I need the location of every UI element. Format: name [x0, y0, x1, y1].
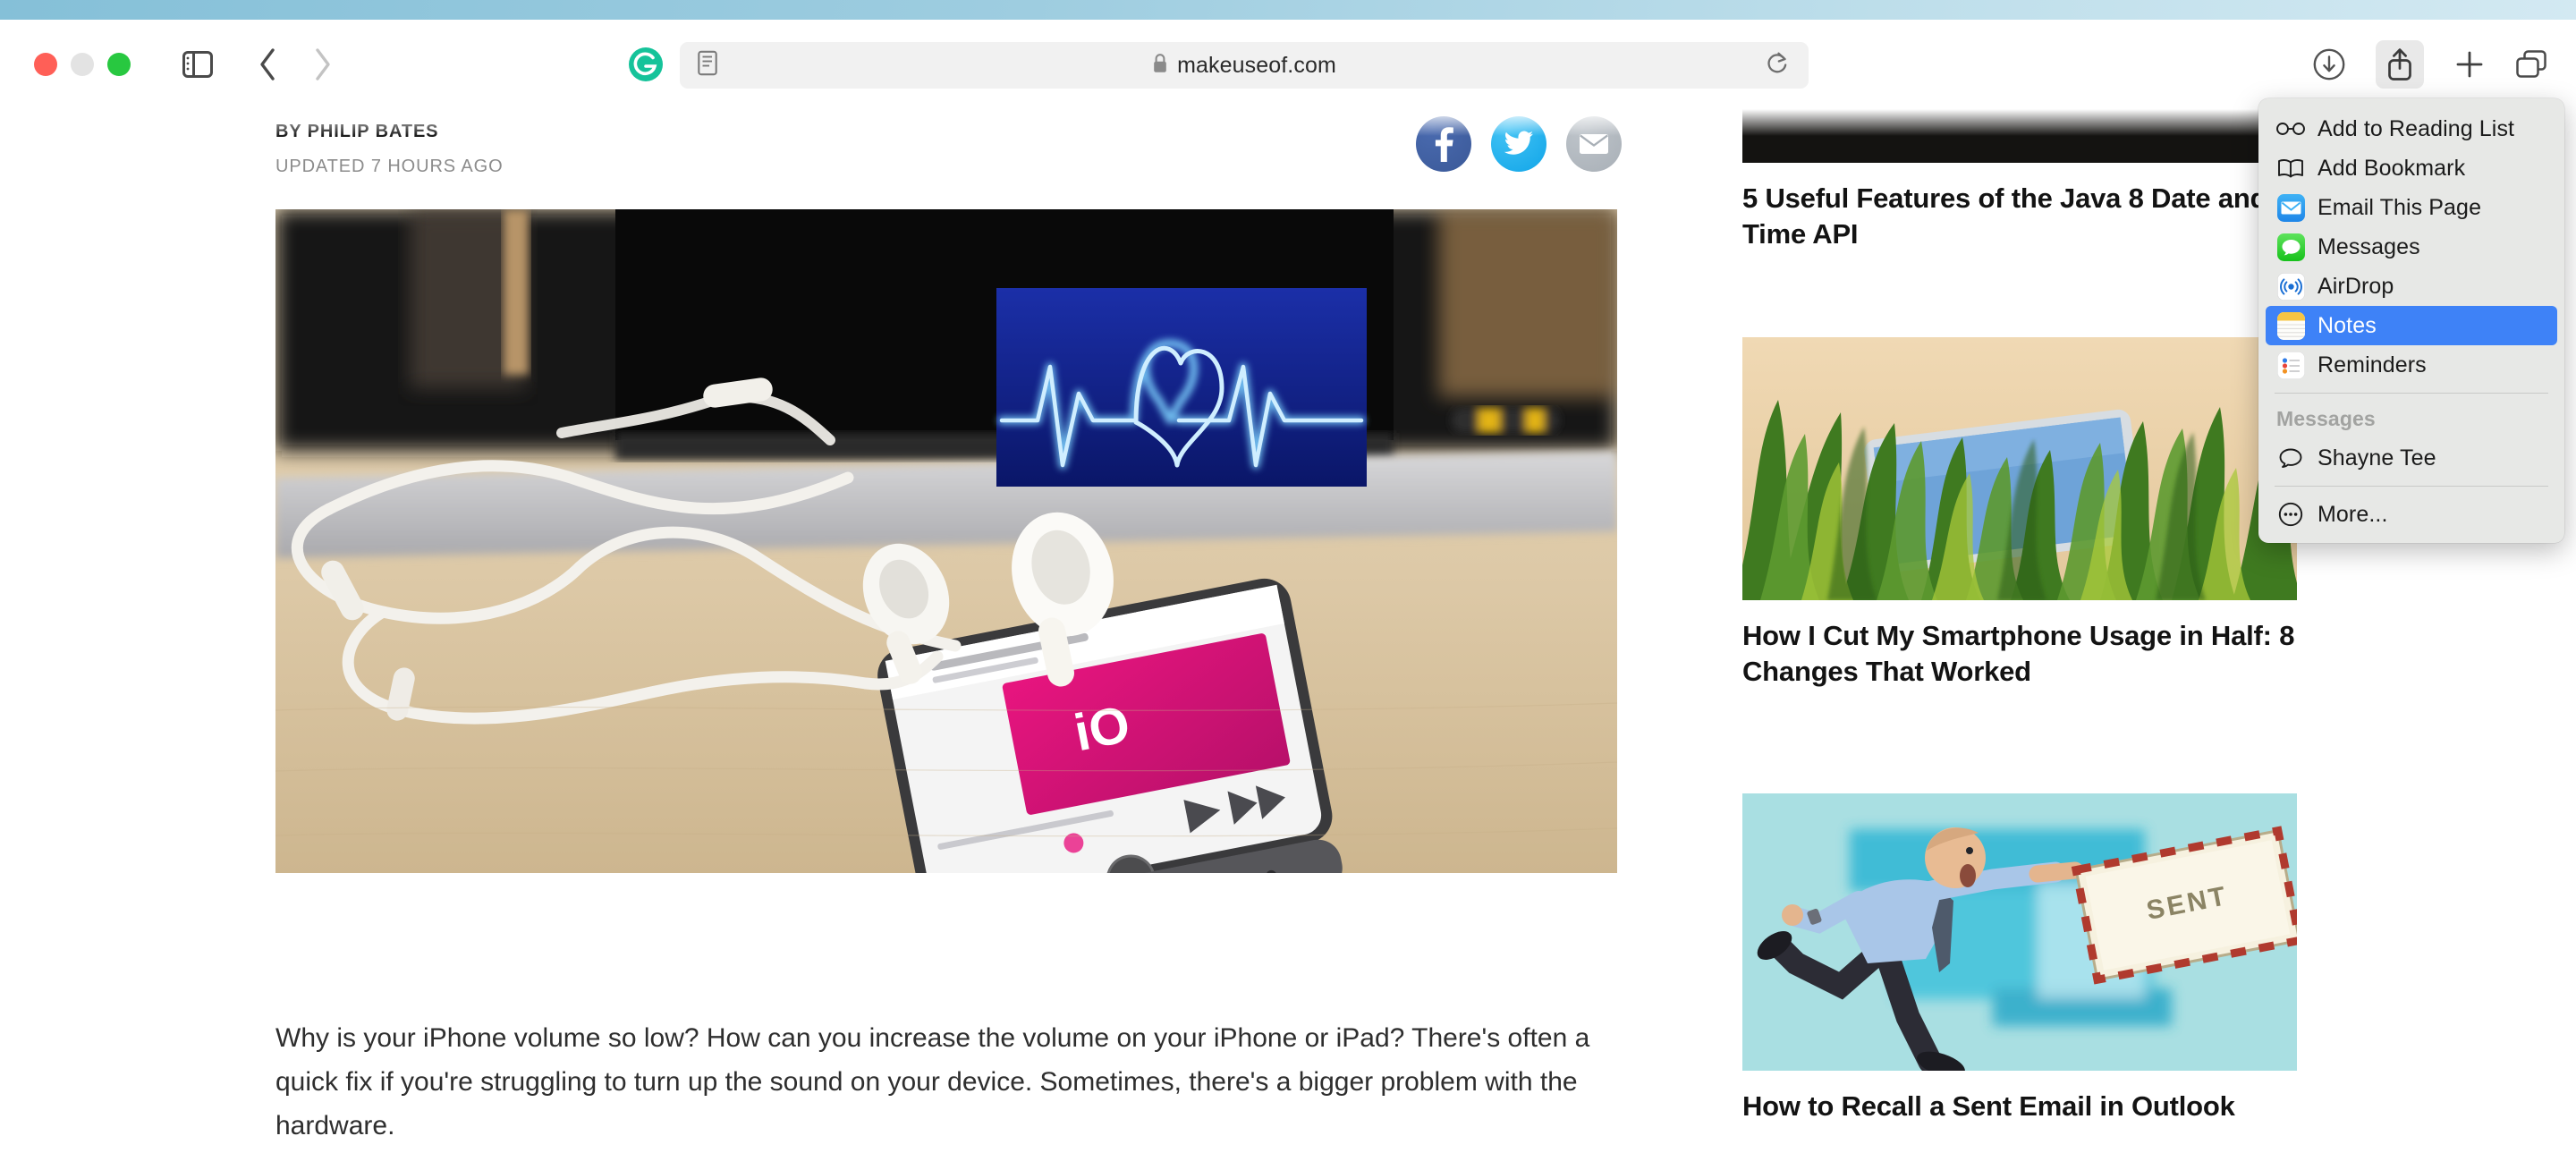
- close-window-button[interactable]: [34, 53, 57, 76]
- back-arrow-icon[interactable]: [258, 47, 277, 81]
- menu-item-label: Add Bookmark: [2318, 155, 2466, 181]
- menu-item-add-to-reading-list[interactable]: Add to Reading List: [2266, 109, 2557, 148]
- menu-item-airdrop[interactable]: AirDrop: [2266, 267, 2557, 306]
- svg-text:iO: iO: [1070, 695, 1135, 762]
- airdrop-app-icon: [2276, 272, 2305, 301]
- mail-app-icon: [2276, 193, 2305, 222]
- menu-item-add-bookmark[interactable]: Add Bookmark: [2266, 148, 2557, 188]
- rail-card[interactable]: How I Cut My Smartphone Usage in Half: 8…: [1742, 337, 2297, 689]
- menu-item-label: Shayne Tee: [2318, 445, 2436, 471]
- desktop-wallpaper-strip: [0, 0, 2576, 20]
- share-email-button[interactable]: [1566, 116, 1622, 172]
- rail-card[interactable]: SENT How to Recall a Sent Email in Outlo…: [1742, 793, 2297, 1124]
- menu-divider: [2275, 486, 2548, 487]
- share-twitter-button[interactable]: [1491, 116, 1546, 172]
- downloads-icon[interactable]: [2313, 48, 2345, 81]
- webpage-content: BY PHILIP BATES UPDATED 7 HOURS AGO iO W…: [0, 109, 2576, 1153]
- messages-app-icon: [2276, 233, 2305, 261]
- menu-item-label: More...: [2318, 501, 2388, 527]
- menu-item-notes[interactable]: Notes: [2266, 306, 2557, 345]
- menu-item-label: Messages: [2318, 233, 2420, 259]
- menu-item-email-this-page[interactable]: Email This Page: [2266, 188, 2557, 227]
- rail-thumbnail: SENT: [1742, 793, 2297, 1071]
- menu-item-more[interactable]: More...: [2266, 495, 2557, 534]
- grammarly-icon[interactable]: [628, 47, 664, 82]
- menu-item-label: Reminders: [2318, 352, 2427, 377]
- rail-thumbnail: [1742, 337, 2297, 600]
- reminders-app-icon: [2276, 351, 2305, 379]
- sidebar-toggle-icon[interactable]: [182, 51, 213, 78]
- menu-item-label: AirDrop: [2318, 273, 2394, 299]
- browser-toolbar: makeuseof.com: [0, 20, 2576, 109]
- article-paragraph-1: Why is your iPhone volume so low? How ca…: [275, 1023, 1590, 1140]
- speech-bubble-icon: [2276, 444, 2305, 472]
- menu-item-contact-shayne-tee[interactable]: Shayne Tee: [2266, 438, 2557, 478]
- menu-divider: [2275, 393, 2548, 394]
- lock-icon: [1152, 53, 1168, 79]
- url-display[interactable]: makeuseof.com: [680, 42, 1809, 89]
- toolbar-right-actions: [2313, 20, 2547, 109]
- notes-app-icon: [2276, 311, 2305, 340]
- ellipsis-circle-icon: [2276, 500, 2305, 529]
- share-menu-popover: Add to Reading List Add Bookmark Email T…: [2258, 98, 2564, 543]
- reload-icon[interactable]: [1766, 51, 1789, 81]
- url-text: makeuseof.com: [1177, 52, 1336, 78]
- menu-item-reminders[interactable]: Reminders: [2266, 345, 2557, 385]
- menu-item-label: Notes: [2318, 312, 2377, 338]
- plus-icon[interactable]: [2454, 49, 2485, 80]
- menu-item-label: Email This Page: [2318, 194, 2482, 220]
- forward-arrow-icon: [313, 47, 333, 81]
- article-column: BY PHILIP BATES UPDATED 7 HOURS AGO iO W…: [275, 109, 1622, 1140]
- share-facebook-button[interactable]: [1416, 116, 1471, 172]
- minimize-window-button[interactable]: [71, 53, 94, 76]
- address-bar[interactable]: makeuseof.com: [680, 42, 1809, 89]
- tab-overview-icon[interactable]: [2515, 49, 2547, 80]
- rail-card-title[interactable]: How to Recall a Sent Email in Outlook: [1742, 1089, 2297, 1124]
- article-paragraph-2: Whether you're listening to a podcast or…: [275, 1149, 1617, 1153]
- rail-card-title[interactable]: 5 Useful Features of the Java 8 Date and…: [1742, 181, 2297, 251]
- menu-section-title: Messages: [2276, 407, 2376, 430]
- menu-item-messages[interactable]: Messages: [2266, 227, 2557, 267]
- window-controls: [34, 53, 131, 76]
- social-share-buttons: [1416, 116, 1622, 172]
- rail-thumbnail: [1742, 109, 2297, 163]
- article-hero-image: iO: [275, 209, 1617, 873]
- share-icon[interactable]: [2376, 40, 2424, 89]
- rail-card[interactable]: 5 Useful Features of the Java 8 Date and…: [1742, 109, 2297, 251]
- zoom-window-button[interactable]: [107, 53, 131, 76]
- glasses-icon: [2276, 114, 2305, 143]
- book-icon: [2276, 154, 2305, 182]
- rail-card-title[interactable]: How I Cut My Smartphone Usage in Half: 8…: [1742, 618, 2297, 689]
- menu-item-label: Add to Reading List: [2318, 115, 2515, 141]
- article-paragraph-2-clipped: Whether you're listening to a podcast or…: [275, 1149, 1617, 1153]
- safari-browser-window: makeuseof.com BY PHILIP BATES UPDATED 7 …: [0, 20, 2576, 1153]
